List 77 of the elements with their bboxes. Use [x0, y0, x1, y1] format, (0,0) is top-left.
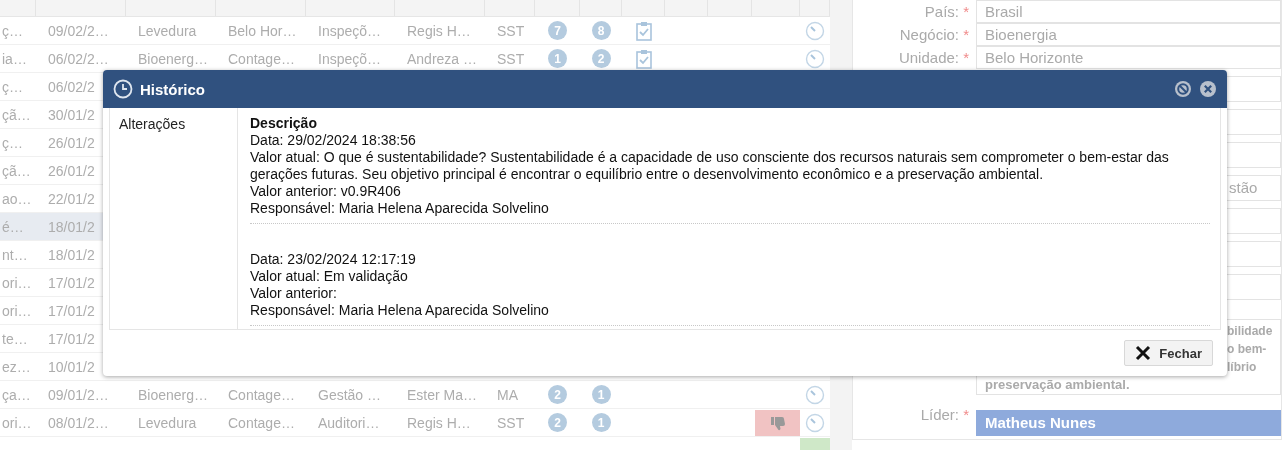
table-cell: Andreza … — [407, 50, 478, 67]
table-cell: 30/01/2 — [48, 106, 95, 123]
table-cell: Belo Hor… — [228, 22, 297, 39]
table-cell: Bioenerg… — [138, 386, 209, 403]
table-cell: Contage… — [228, 414, 295, 431]
entry-text: Responsável: Maria Helena Aparecida Solvelino — [250, 200, 550, 217]
table-cell: é… — [2, 218, 24, 235]
table-cell: 17/01/2 — [48, 302, 95, 319]
table-cell: 10/01/2 — [48, 358, 95, 375]
table-cell: 17/01/2 — [48, 274, 95, 291]
table-cell: 09/02/2… — [48, 22, 109, 39]
table-cell: ori… — [2, 414, 32, 431]
count-badge: 1 — [591, 385, 611, 404]
count-badge: 7 — [548, 21, 567, 40]
table-cell: Ester Ma… — [407, 386, 477, 403]
table-cell: SST — [497, 22, 525, 39]
count-badge: 2 — [548, 413, 567, 432]
table-cell: Contage… — [228, 50, 295, 67]
field-label: Negócio: — [899, 26, 959, 43]
field-label: Líder: — [920, 406, 959, 423]
table-cell: ç… — [2, 134, 23, 151]
table-cell: ori… — [2, 302, 32, 319]
entry-text: Valor atual: Em validação — [250, 268, 409, 285]
section-label: Alterações — [119, 116, 186, 132]
field-label: País: — [924, 3, 959, 20]
table-cell: ç… — [2, 78, 23, 95]
entry-text: Responsável: Maria Helena Aparecida Solvelino — [250, 302, 550, 319]
table-cell: Auditori… — [318, 414, 380, 431]
required-mark: * — [963, 26, 969, 43]
table-cell: ez… — [2, 358, 31, 375]
field-label: Unidade: — [898, 49, 959, 66]
table-cell: ia… — [2, 50, 27, 67]
count-badge: 1 — [591, 413, 611, 432]
table-cell: 18/01/2 — [48, 246, 95, 263]
table-cell: 18/01/2 — [48, 218, 95, 235]
table-cell: ç… — [2, 22, 23, 39]
table-cell: 22/01/2 — [48, 190, 95, 207]
entry-title: Descrição — [250, 115, 317, 131]
count-badge: 1 — [548, 49, 567, 68]
required-mark: * — [963, 49, 969, 66]
table-cell: 06/02/2… — [48, 50, 109, 67]
table-cell: 08/01/2… — [48, 414, 109, 431]
count-badge: 8 — [591, 21, 611, 40]
table-cell: SST — [497, 414, 525, 431]
count-badge: 2 — [591, 49, 611, 68]
table-cell: ori… — [2, 274, 32, 291]
table-cell: te… — [2, 330, 28, 347]
entry-text: Valor anterior: — [250, 285, 338, 302]
required-mark: * — [963, 3, 969, 20]
entry-text: Valor anterior: v0.9R406 — [250, 183, 402, 200]
count-badge: 2 — [548, 385, 567, 404]
table-cell: ao… — [2, 190, 32, 207]
table-cell: çã… — [2, 106, 31, 123]
table-cell: Inspeçõ… — [318, 50, 382, 67]
table-cell: Gestão … — [318, 386, 382, 403]
table-cell: Inspeçõ… — [318, 22, 382, 39]
table-cell: MA — [497, 386, 518, 403]
table-cell: nt… — [2, 246, 28, 263]
table-cell: 26/01/2 — [48, 162, 95, 179]
entry-text: Data: 29/02/2024 18:38:56 — [250, 132, 417, 149]
table-cell: Contage… — [228, 386, 295, 403]
table-cell: Levedura — [138, 414, 197, 431]
entry-text: Valor atual: O que é sustentabilidade? Sustentabilidade é a capacidade de uso consciente dos recursos naturais sem comprometer o bem-estar das gerações futuras. Seu objetivo principal é encontrar o equilíbrio entre o desenvolvimento econômico e a preservação ambiental. — [250, 149, 1170, 183]
required-mark: * — [963, 406, 969, 423]
table-cell: ça… — [2, 386, 31, 403]
entry-text: Data: 23/02/2024 12:17:19 — [250, 251, 417, 268]
table-cell: 26/01/2 — [48, 134, 95, 151]
table-cell: 17/01/2 — [48, 330, 95, 347]
dialog-title: Histórico — [140, 80, 205, 98]
table-cell: SST — [497, 50, 525, 67]
table-cell: Bioenerg… — [138, 50, 209, 67]
table-cell: 06/02/2 — [48, 78, 95, 95]
table-cell: Levedura — [138, 22, 197, 39]
table-cell: çã… — [2, 162, 31, 179]
table-cell: Regis H… — [407, 22, 471, 39]
table-cell: 09/01/2… — [48, 386, 109, 403]
table-cell: Regis H… — [407, 414, 471, 431]
